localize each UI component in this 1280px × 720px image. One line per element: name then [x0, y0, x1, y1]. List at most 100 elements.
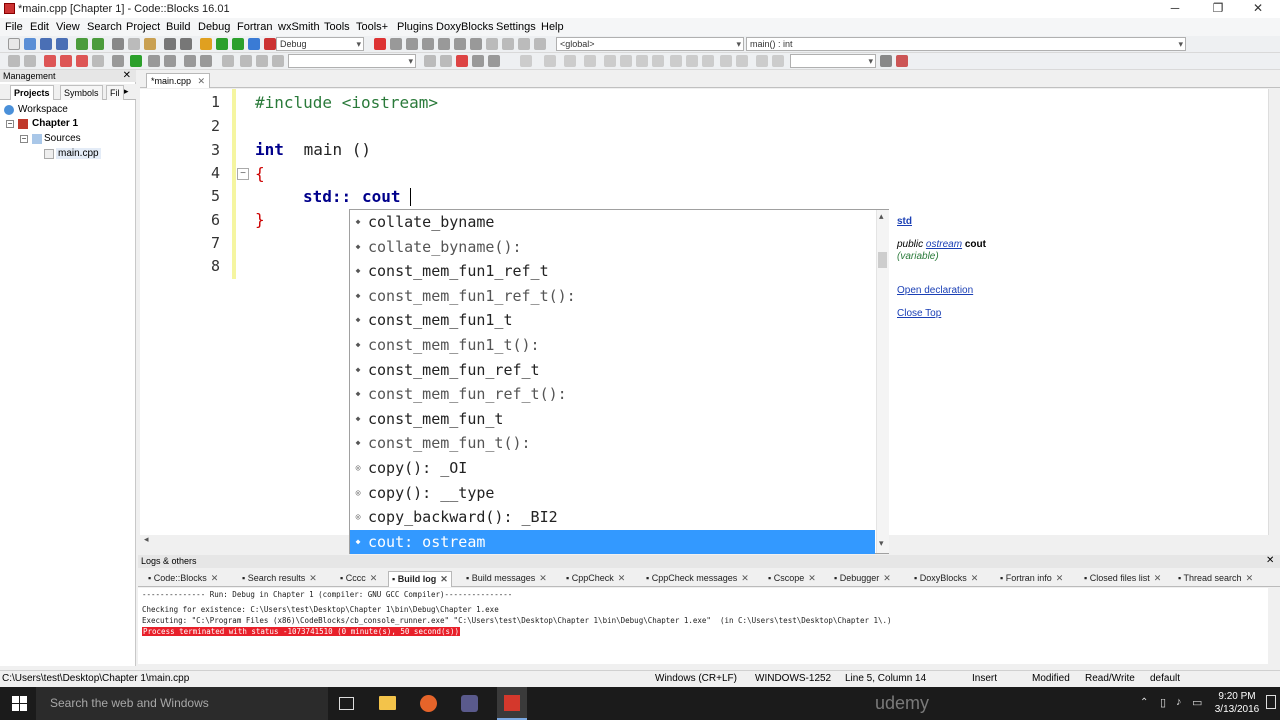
file-explorer-icon[interactable] — [379, 696, 396, 710]
next-line-icon[interactable] — [406, 38, 418, 50]
zoom-out-icon[interactable] — [736, 55, 748, 67]
nav-first-icon[interactable] — [272, 55, 284, 67]
fold-toggle-icon[interactable]: − — [237, 168, 249, 180]
debug-info-icon[interactable] — [534, 38, 546, 50]
volume-icon[interactable]: ♪ — [1176, 696, 1182, 708]
run-to-cursor-icon[interactable] — [390, 38, 402, 50]
firefox-icon[interactable] — [420, 695, 437, 712]
build-target-select[interactable]: Debug — [276, 37, 364, 51]
autocomplete-popup[interactable]: ◆ collate_byname ◆ collate_byname(): ◆ cons… — [349, 209, 889, 554]
build-and-run-icon[interactable] — [232, 38, 244, 50]
autocomplete-item[interactable]: ◎ copy(): _OI — [350, 456, 875, 480]
clear-bookmarks-icon[interactable] — [92, 55, 104, 67]
menu-doxyblocks[interactable]: DoxyBlocks — [436, 21, 493, 33]
menu-build[interactable]: Build — [166, 21, 190, 33]
close-top-link[interactable]: Close Top — [897, 308, 941, 319]
paste-icon[interactable] — [144, 38, 156, 50]
language-icon[interactable]: ▭ — [1192, 696, 1202, 709]
tab-scroll-icon[interactable]: ▸ — [124, 86, 129, 97]
next-instruction-icon[interactable] — [454, 38, 466, 50]
symbol-2-icon[interactable] — [772, 55, 784, 67]
scrollbar-thumb[interactable] — [878, 252, 887, 268]
tab-cppcheck-messages[interactable]: ▪ CppCheck messages ✕ — [646, 571, 749, 587]
find-icon[interactable] — [164, 38, 176, 50]
menu-help[interactable]: Help — [541, 21, 564, 33]
run-icon[interactable] — [216, 38, 228, 50]
search-back-icon[interactable] — [424, 55, 436, 67]
task-view-icon[interactable] — [339, 697, 354, 710]
tab-thread-search[interactable]: ▪ Thread search ✕ — [1178, 571, 1253, 587]
scroll-left-icon[interactable]: ◂ — [144, 534, 149, 545]
windows-start-icon[interactable] — [12, 696, 27, 711]
stop-debugger-icon[interactable] — [502, 38, 514, 50]
layout-5-icon[interactable] — [604, 55, 616, 67]
symbol-combo[interactable] — [790, 54, 876, 68]
tab-cccc[interactable]: ▪ Cccc ✕ — [340, 571, 377, 587]
uncomment-icon[interactable] — [164, 55, 176, 67]
match-brace-icon[interactable] — [130, 55, 142, 67]
build-icon[interactable] — [200, 38, 212, 50]
forward-icon[interactable] — [24, 55, 36, 67]
close-tab-icon[interactable]: ✕ — [197, 74, 205, 88]
menu-settings[interactable]: Settings — [496, 21, 536, 33]
autocomplete-item[interactable]: ◆ const_mem_fun1_t(): — [350, 333, 875, 357]
tab-build-messages[interactable]: ▪ Build messages ✕ — [466, 571, 547, 587]
namespace-link[interactable]: std — [897, 216, 912, 227]
autocomplete-item[interactable]: ◆ const_mem_fun_ref_t(): — [350, 382, 875, 406]
close-icon[interactable]: ✕ — [1266, 555, 1274, 566]
logs-scrollbar[interactable] — [1268, 588, 1280, 664]
match-case-icon[interactable] — [472, 55, 484, 67]
autocomplete-item-selected[interactable]: ◆ cout: ostream — [350, 529, 875, 554]
tab-doxyblocks[interactable]: ▪ DoxyBlocks ✕ — [914, 571, 978, 587]
tools-icon[interactable] — [222, 55, 234, 67]
menu-project[interactable]: Project — [126, 21, 160, 33]
bookmark-toggle-icon[interactable] — [44, 55, 56, 67]
find-symbol-icon[interactable] — [880, 55, 892, 67]
network-icon[interactable]: ▯ — [1160, 696, 1166, 709]
layout-6-icon[interactable] — [620, 55, 632, 67]
app-icon[interactable] — [461, 695, 478, 712]
tab-files[interactable]: Fil — [106, 85, 124, 100]
bookmark-prev-icon[interactable] — [60, 55, 72, 67]
clock[interactable]: 9:20 PM 3/13/2016 — [1212, 690, 1262, 716]
autocomplete-item[interactable]: ◎ copy_backward(): _BI2 — [350, 505, 875, 529]
type-link[interactable]: ostream — [926, 239, 962, 250]
menu-tools[interactable]: Tools — [324, 21, 350, 33]
layout-9-icon[interactable] — [670, 55, 682, 67]
menu-fortran[interactable]: Fortran — [237, 21, 272, 33]
scope-select[interactable]: <global> — [556, 37, 744, 51]
layout-4-icon[interactable] — [584, 55, 596, 67]
menu-debug[interactable]: Debug — [198, 21, 230, 33]
step-into-icon[interactable] — [422, 38, 434, 50]
open-icon[interactable] — [24, 38, 36, 50]
copy-icon[interactable] — [128, 38, 140, 50]
nav-left-icon[interactable] — [240, 55, 252, 67]
tab-cppcheck[interactable]: ▪ CppCheck ✕ — [566, 571, 625, 587]
search-forward-icon[interactable] — [440, 55, 452, 67]
doxywizard-icon[interactable] — [200, 55, 212, 67]
tray-chevron-icon[interactable]: ⌃ — [1140, 697, 1148, 708]
notifications-icon[interactable] — [1266, 695, 1276, 709]
autocomplete-item[interactable]: ◆ collate_byname — [350, 210, 875, 234]
tab-fortran-info[interactable]: ▪ Fortran info ✕ — [1000, 571, 1063, 587]
editor-vertical-scrollbar[interactable] — [1268, 89, 1280, 535]
save-icon[interactable] — [40, 38, 52, 50]
pause-icon[interactable] — [486, 38, 498, 50]
back-icon[interactable] — [8, 55, 20, 67]
close-icon[interactable]: ✕ — [123, 70, 131, 81]
minimize-button[interactable]: ─ — [1160, 1, 1190, 17]
layout-2-icon[interactable] — [544, 55, 556, 67]
menu-wxsmith[interactable]: wxSmith — [278, 21, 320, 33]
scroll-down-icon[interactable]: ▾ — [879, 538, 884, 549]
doxyblocks-icon[interactable] — [184, 55, 196, 67]
autocomplete-item[interactable]: ◎ copy(): __type — [350, 481, 875, 505]
bookmark-next-icon[interactable] — [76, 55, 88, 67]
tree-project[interactable]: Chapter 1 — [32, 118, 78, 129]
autocomplete-item[interactable]: ◆ const_mem_fun_t — [350, 407, 875, 431]
menu-tools-plus[interactable]: Tools+ — [356, 21, 388, 33]
replace-icon[interactable] — [180, 38, 192, 50]
search-text-combo[interactable] — [288, 54, 416, 68]
tab-debugger[interactable]: ▪ Debugger ✕ — [834, 571, 891, 587]
step-instruction-icon[interactable] — [470, 38, 482, 50]
new-file-icon[interactable] — [8, 38, 20, 50]
